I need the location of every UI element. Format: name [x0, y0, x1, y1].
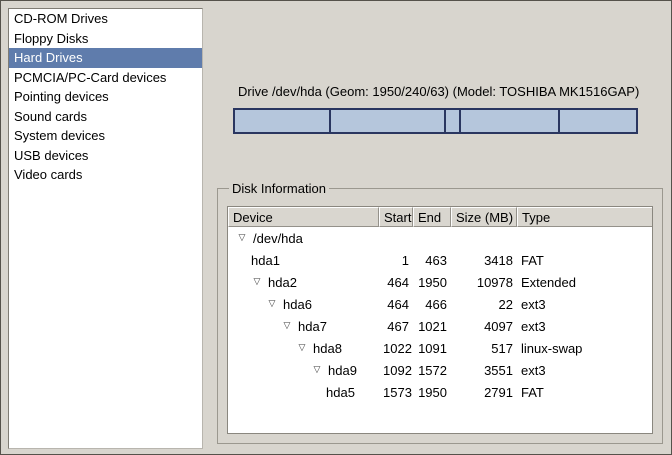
- device-label: hda6: [283, 297, 312, 312]
- sidebar-item-floppy-disks[interactable]: Floppy Disks: [9, 29, 202, 49]
- partition-segment-hda8[interactable]: [445, 109, 460, 133]
- column-header-type[interactable]: Type: [517, 207, 652, 227]
- disk-information-label: Disk Information: [229, 181, 329, 196]
- sidebar-item-label: Floppy Disks: [14, 31, 88, 46]
- start-cell: 1022: [379, 341, 413, 356]
- device-label: hda9: [328, 363, 357, 378]
- device-cell: hda1: [228, 253, 379, 268]
- expander-icon[interactable]: ▽: [266, 297, 278, 309]
- device-cell: ▽ hda7: [228, 319, 379, 334]
- end-cell: 1091: [413, 341, 451, 356]
- device-cell: hda5: [228, 385, 379, 400]
- table-row[interactable]: hda1 1 463 3418 FAT: [228, 249, 652, 271]
- sidebar-item-label: PCMCIA/PC-Card devices: [14, 70, 166, 85]
- type-cell: linux-swap: [517, 341, 652, 356]
- sidebar-item-pointing-devices[interactable]: Pointing devices: [9, 87, 202, 107]
- device-cell: ▽ hda6: [228, 297, 379, 312]
- device-label: /dev/hda: [253, 231, 303, 246]
- table-row[interactable]: ▽ hda6 464 466 22 ext3: [228, 293, 652, 315]
- type-cell: ext3: [517, 319, 652, 334]
- sidebar-item-label: System devices: [14, 128, 105, 143]
- device-cell: ▽ hda9: [228, 363, 379, 378]
- expander-icon[interactable]: ▽: [281, 319, 293, 331]
- device-cell: ▽ hda8: [228, 341, 379, 356]
- sidebar-item-label: Pointing devices: [14, 89, 109, 104]
- end-cell: 1572: [413, 363, 451, 378]
- sidebar-item-label: USB devices: [14, 148, 88, 163]
- type-cell: ext3: [517, 363, 652, 378]
- column-header-start[interactable]: Start: [379, 207, 413, 227]
- end-cell: 1950: [413, 275, 451, 290]
- table-row[interactable]: ▽ hda8 1022 1091 517 linux-swap: [228, 337, 652, 359]
- device-label: hda7: [298, 319, 327, 334]
- start-cell: 464: [379, 275, 413, 290]
- column-header-size[interactable]: Size (MB): [451, 207, 517, 227]
- partition-bar: [233, 108, 638, 134]
- disk-table-body: ▽ /dev/hda hda1 1 463 3418 FAT ▽ hda2 464: [228, 227, 652, 433]
- expander-icon[interactable]: ▽: [311, 363, 323, 375]
- expander-icon[interactable]: ▽: [296, 341, 308, 353]
- hardware-browser-window: CD-ROM Drives Floppy Disks Hard Drives P…: [0, 0, 672, 455]
- partition-segment-hda5[interactable]: [559, 109, 637, 133]
- type-cell: FAT: [517, 385, 652, 400]
- device-label: hda8: [313, 341, 342, 356]
- sidebar-item-label: Sound cards: [14, 109, 87, 124]
- sidebar-item-label: CD-ROM Drives: [14, 11, 108, 26]
- sidebar-item-label: Video cards: [14, 167, 82, 182]
- type-cell: Extended: [517, 275, 652, 290]
- start-cell: 464: [379, 297, 413, 312]
- disk-table-header: Device Start End Size (MB) Type: [228, 207, 652, 227]
- size-cell: 3418: [451, 253, 517, 268]
- end-cell: 1950: [413, 385, 451, 400]
- device-cell: ▽ /dev/hda: [228, 231, 379, 246]
- start-cell: 1573: [379, 385, 413, 400]
- sidebar-item-usb-devices[interactable]: USB devices: [9, 146, 202, 166]
- device-cell: ▽ hda2: [228, 275, 379, 290]
- size-cell: 2791: [451, 385, 517, 400]
- start-cell: 1: [379, 253, 413, 268]
- size-cell: 3551: [451, 363, 517, 378]
- device-category-list[interactable]: CD-ROM Drives Floppy Disks Hard Drives P…: [8, 8, 203, 449]
- column-header-device[interactable]: Device: [228, 207, 379, 227]
- sidebar-item-video-cards[interactable]: Video cards: [9, 165, 202, 185]
- type-cell: FAT: [517, 253, 652, 268]
- start-cell: 467: [379, 319, 413, 334]
- size-cell: 10978: [451, 275, 517, 290]
- partition-segment-hda1[interactable]: [234, 109, 330, 133]
- device-label: hda2: [268, 275, 297, 290]
- drive-title: Drive /dev/hda (Geom: 1950/240/63) (Mode…: [238, 84, 638, 99]
- table-row[interactable]: ▽ hda9 1092 1572 3551 ext3: [228, 359, 652, 381]
- expander-icon[interactable]: ▽: [251, 275, 263, 287]
- sidebar-item-system-devices[interactable]: System devices: [9, 126, 202, 146]
- device-label: hda5: [326, 385, 355, 400]
- size-cell: 4097: [451, 319, 517, 334]
- sidebar-item-pcmcia-pc-card-devices[interactable]: PCMCIA/PC-Card devices: [9, 68, 202, 88]
- sidebar-item-cd-rom-drives[interactable]: CD-ROM Drives: [9, 9, 202, 29]
- disk-table: Device Start End Size (MB) Type ▽ /dev/hd…: [227, 206, 653, 434]
- start-cell: 1092: [379, 363, 413, 378]
- end-cell: 466: [413, 297, 451, 312]
- end-cell: 1021: [413, 319, 451, 334]
- size-cell: 517: [451, 341, 517, 356]
- partition-segment-hda6-hda7[interactable]: [330, 109, 446, 133]
- sidebar-item-label: Hard Drives: [14, 50, 83, 65]
- table-row[interactable]: ▽ hda7 467 1021 4097 ext3: [228, 315, 652, 337]
- end-cell: 463: [413, 253, 451, 268]
- size-cell: 22: [451, 297, 517, 312]
- sidebar-item-sound-cards[interactable]: Sound cards: [9, 107, 202, 127]
- sidebar-item-hard-drives[interactable]: Hard Drives: [9, 48, 202, 68]
- disk-information-frame: Disk Information Device Start End Size (…: [217, 181, 663, 444]
- table-row[interactable]: ▽ /dev/hda: [228, 227, 652, 249]
- type-cell: ext3: [517, 297, 652, 312]
- column-header-end[interactable]: End: [413, 207, 451, 227]
- table-row[interactable]: hda5 1573 1950 2791 FAT: [228, 381, 652, 403]
- expander-icon[interactable]: ▽: [236, 231, 248, 243]
- partition-segment-hda9[interactable]: [460, 109, 559, 133]
- table-row[interactable]: ▽ hda2 464 1950 10978 Extended: [228, 271, 652, 293]
- device-label: hda1: [251, 253, 280, 268]
